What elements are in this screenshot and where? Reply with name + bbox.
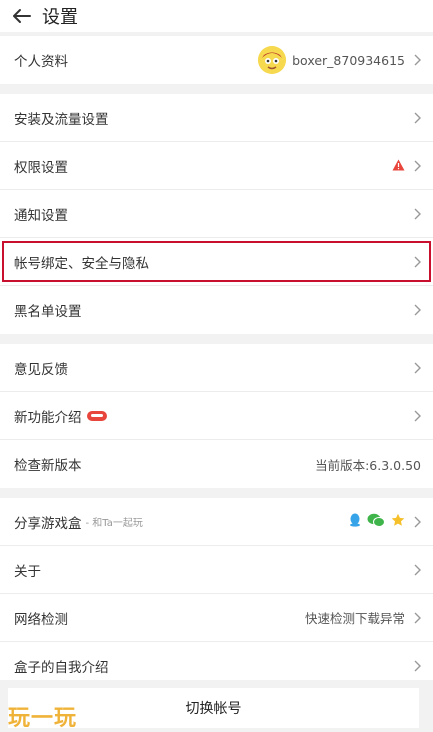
- username: boxer_870934615: [292, 52, 405, 68]
- settings-row-account-security-privacy[interactable]: 帐号绑定、安全与隐私: [0, 238, 433, 286]
- settings-row-blacklist[interactable]: 黑名单设置: [0, 286, 433, 334]
- chevron-right-icon: [411, 409, 421, 423]
- qq-icon[interactable]: [349, 512, 361, 531]
- row-label: 分享游戏盒: [14, 515, 82, 532]
- avatar: [258, 46, 287, 74]
- settings-row-about[interactable]: 关于: [0, 546, 433, 594]
- settings-row-permissions[interactable]: 权限设置: [0, 142, 433, 190]
- back-arrow-icon[interactable]: [10, 5, 32, 27]
- chevron-right-icon: [411, 515, 421, 529]
- settings-row-profile[interactable]: 个人资料 boxer_870934615: [0, 36, 433, 84]
- star-icon[interactable]: [391, 512, 405, 531]
- top-bar: 设置: [0, 0, 433, 32]
- settings-group-feedback: 意见反馈 新功能介绍 检查新版本 当前版本:6.3.0.50: [0, 344, 433, 488]
- row-label: 帐号绑定、安全与隐私: [14, 255, 149, 272]
- row-label: 通知设置: [14, 207, 68, 224]
- row-right: [411, 409, 421, 423]
- warning-icon: [392, 156, 405, 175]
- row-right: [411, 207, 421, 221]
- row-label: 安装及流量设置: [14, 111, 109, 128]
- wechat-icon[interactable]: [367, 512, 385, 531]
- row-right: boxer_870934615: [258, 46, 421, 74]
- settings-row-check-update[interactable]: 检查新版本 当前版本:6.3.0.50: [0, 440, 433, 488]
- chevron-right-icon: [411, 303, 421, 317]
- row-label: 黑名单设置: [14, 304, 82, 320]
- settings-row-install-traffic[interactable]: 安装及流量设置: [0, 94, 433, 142]
- row-right: [411, 659, 421, 673]
- row-sublabel: - 和Ta一起玩: [85, 518, 143, 529]
- network-check-hint: 快速检测下载异常: [304, 611, 405, 626]
- separator: [0, 334, 433, 344]
- chevron-right-icon: [411, 159, 421, 173]
- chevron-right-icon: [411, 207, 421, 221]
- row-label: 意见反馈: [14, 361, 68, 378]
- chevron-right-icon: [411, 111, 421, 125]
- row-label-container: 分享游戏盒 - 和Ta一起玩: [14, 512, 143, 532]
- row-right: [349, 512, 421, 531]
- row-right: [411, 255, 421, 269]
- row-label: 权限设置: [14, 159, 68, 176]
- row-right: [411, 111, 421, 125]
- row-label: 检查新版本: [14, 458, 82, 474]
- settings-group-general: 安装及流量设置 权限设置 通知设置 帐号绑定、安全与隐私 黑名单设置: [0, 94, 433, 334]
- watermark-logo: 玩一玩: [8, 705, 78, 731]
- chevron-right-icon: [411, 255, 421, 269]
- settings-row-feedback[interactable]: 意见反馈: [0, 344, 433, 392]
- row-right: [411, 361, 421, 375]
- settings-group-profile: 个人资料 boxer_870934615: [0, 36, 433, 84]
- settings-group-other: 分享游戏盒 - 和Ta一起玩 关于 网络检测 快速检测下载异常 盒子的自我介绍: [0, 498, 433, 690]
- settings-row-share[interactable]: 分享游戏盒 - 和Ta一起玩: [0, 498, 433, 546]
- chevron-right-icon: [411, 563, 421, 577]
- settings-row-network-check[interactable]: 网络检测 快速检测下载异常: [0, 594, 433, 642]
- row-label: 关于: [14, 563, 41, 580]
- row-right: [411, 563, 421, 577]
- row-right: 快速检测下载异常: [305, 608, 421, 627]
- row-right: 当前版本:6.3.0.50: [315, 455, 421, 474]
- row-label: 盒子的自我介绍: [14, 660, 109, 676]
- separator: [0, 488, 433, 498]
- row-label: 个人资料: [14, 54, 68, 70]
- page-title: 设置: [42, 7, 78, 28]
- row-label: 网络检测: [14, 611, 68, 628]
- chevron-right-icon: [411, 611, 421, 625]
- row-right: [392, 156, 421, 175]
- settings-row-new-features[interactable]: 新功能介绍: [0, 392, 433, 440]
- row-label: 新功能介绍: [14, 409, 82, 426]
- separator: [0, 84, 433, 94]
- row-label-container: 新功能介绍: [14, 406, 107, 426]
- chevron-right-icon: [411, 659, 421, 673]
- row-right: [411, 303, 421, 317]
- chevron-right-icon: [411, 361, 421, 375]
- chevron-right-icon: [411, 53, 421, 67]
- current-version: 当前版本:6.3.0.50: [315, 457, 421, 473]
- settings-row-notifications[interactable]: 通知设置: [0, 190, 433, 238]
- new-badge-icon: [86, 410, 107, 421]
